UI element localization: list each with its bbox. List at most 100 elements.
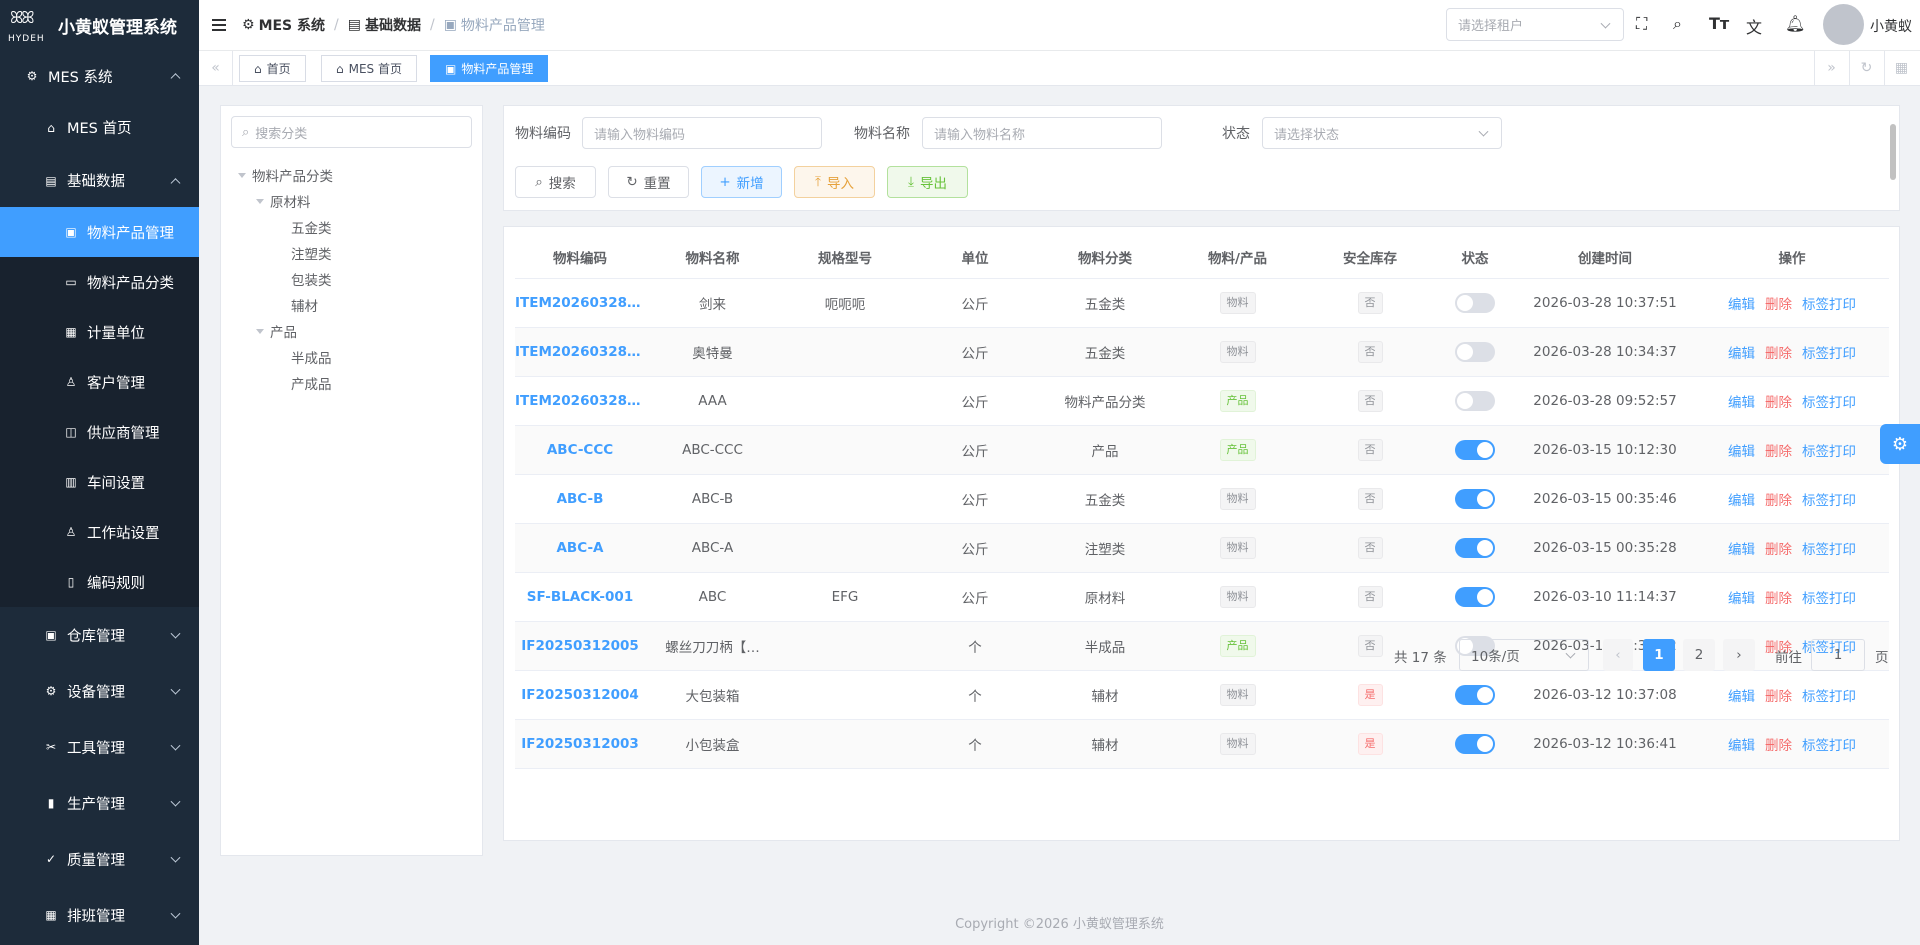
- menu-workshop[interactable]: ▥ 车间设置: [0, 457, 199, 507]
- menu-quality[interactable]: ✓ 质量管理: [0, 831, 199, 887]
- tree-search-input[interactable]: ⌕ 搜索分类: [231, 116, 472, 148]
- delete-button[interactable]: 删除: [1765, 542, 1792, 558]
- menu-warehouse[interactable]: ▣ 仓库管理: [0, 607, 199, 663]
- material-code-link[interactable]: SF-BLACK-001: [515, 572, 645, 622]
- tag-material-product[interactable]: ▣ 物料产品管理: [430, 55, 549, 82]
- tree-node[interactable]: 半成品: [291, 347, 332, 367]
- tree-node[interactable]: 五金类: [291, 217, 332, 237]
- tree-node[interactable]: 注塑类: [291, 243, 332, 263]
- delete-button[interactable]: 删除: [1765, 591, 1792, 607]
- status-toggle[interactable]: [1455, 684, 1495, 705]
- page-1-button[interactable]: 1: [1643, 639, 1675, 671]
- edit-button[interactable]: 编辑: [1728, 542, 1755, 558]
- edit-button[interactable]: 编辑: [1728, 346, 1755, 362]
- add-button[interactable]: + 新增: [701, 166, 782, 198]
- delete-button[interactable]: 删除: [1765, 395, 1792, 411]
- settings-icon[interactable]: ⚙: [1880, 424, 1920, 464]
- material-code-link[interactable]: IF20250312004: [515, 670, 645, 720]
- translate-icon[interactable]: 文: [1746, 14, 1762, 38]
- prev-page-button[interactable]: ‹: [1603, 639, 1633, 671]
- print-label-button[interactable]: 标签打印: [1802, 493, 1856, 509]
- menu-material-product[interactable]: ▣ 物料产品管理: [0, 207, 199, 257]
- scrollbar-thumb[interactable]: [1890, 124, 1896, 180]
- tree-node-product[interactable]: 产品: [256, 321, 297, 341]
- tree-node-root[interactable]: 物料产品分类: [238, 165, 333, 185]
- status-toggle[interactable]: [1455, 390, 1495, 411]
- tag-mes-home[interactable]: ⌂ MES 首页: [321, 55, 417, 82]
- status-toggle[interactable]: [1455, 292, 1495, 313]
- avatar[interactable]: [1823, 4, 1864, 45]
- menu-material-category[interactable]: ▭ 物料产品分类: [0, 257, 199, 307]
- print-label-button[interactable]: 标签打印: [1802, 444, 1856, 460]
- print-label-button[interactable]: 标签打印: [1802, 738, 1856, 754]
- reset-button[interactable]: ↻ 重置: [608, 166, 689, 198]
- breadcrumb-item[interactable]: ⚙ MES 系统: [242, 15, 325, 35]
- username[interactable]: 小黄蚁: [1870, 16, 1912, 36]
- tenant-select[interactable]: 请选择租户: [1446, 8, 1624, 41]
- delete-button[interactable]: 删除: [1765, 493, 1792, 509]
- status-toggle[interactable]: [1455, 488, 1495, 509]
- tree-node[interactable]: 包装类: [291, 269, 332, 289]
- filter-scrollbar[interactable]: [1889, 110, 1897, 208]
- print-label-button[interactable]: 标签打印: [1802, 591, 1856, 607]
- menu-basic-data[interactable]: ▤ 基础数据: [0, 154, 199, 207]
- menu-tools[interactable]: ✂ 工具管理: [0, 719, 199, 775]
- search-button[interactable]: ⌕ 搜索: [515, 166, 596, 198]
- tree-node-raw[interactable]: 原材料: [256, 191, 311, 211]
- status-toggle[interactable]: [1455, 586, 1495, 607]
- menu-code-rule[interactable]: ▯ 编码规则: [0, 557, 199, 607]
- next-page-button[interactable]: ›: [1723, 639, 1755, 671]
- material-code-link[interactable]: ABC-CCC: [515, 425, 645, 475]
- goto-page-input[interactable]: 1: [1811, 639, 1865, 671]
- print-label-button[interactable]: 标签打印: [1802, 346, 1856, 362]
- name-input[interactable]: 请输入物料名称: [922, 117, 1162, 149]
- delete-button[interactable]: 删除: [1765, 444, 1792, 460]
- edit-button[interactable]: 编辑: [1728, 493, 1755, 509]
- search-icon[interactable]: ⌕: [1673, 14, 1682, 34]
- scroll-left-icon[interactable]: «: [199, 51, 233, 85]
- menu-unit[interactable]: ▦ 计量单位: [0, 307, 199, 357]
- status-select[interactable]: 请选择状态: [1262, 117, 1502, 149]
- page-size-select[interactable]: 10条/页: [1459, 639, 1589, 671]
- material-code-link[interactable]: IF20250312003: [515, 719, 645, 769]
- edit-button[interactable]: 编辑: [1728, 738, 1755, 754]
- tree-node[interactable]: 产成品: [291, 373, 332, 393]
- material-code-link[interactable]: IF20250312005: [515, 621, 645, 671]
- status-toggle[interactable]: [1455, 341, 1495, 362]
- refresh-icon[interactable]: ↻: [1849, 51, 1883, 85]
- menu-workstation[interactable]: ♙ 工作站设置: [0, 507, 199, 557]
- delete-button[interactable]: 删除: [1765, 346, 1792, 362]
- scroll-right-icon[interactable]: »: [1814, 51, 1848, 85]
- font-size-icon[interactable]: Tт: [1709, 14, 1729, 33]
- material-code-link[interactable]: ITEM20260328000: [515, 327, 645, 377]
- print-label-button[interactable]: 标签打印: [1802, 395, 1856, 411]
- status-toggle[interactable]: [1455, 537, 1495, 558]
- edit-button[interactable]: 编辑: [1728, 689, 1755, 705]
- edit-button[interactable]: 编辑: [1728, 591, 1755, 607]
- tag-home[interactable]: ⌂ 首页: [239, 55, 306, 82]
- material-code-link[interactable]: ITEM20260328000: [515, 278, 645, 328]
- delete-button[interactable]: 删除: [1765, 689, 1792, 705]
- page-2-button[interactable]: 2: [1683, 639, 1715, 671]
- print-label-button[interactable]: 标签打印: [1802, 297, 1856, 313]
- material-code-link[interactable]: ABC-B: [515, 474, 645, 524]
- bell-icon[interactable]: 🔔︎: [1785, 14, 1805, 33]
- menu-mes-home[interactable]: ⌂ MES 首页: [0, 101, 199, 154]
- menu-schedule[interactable]: ▦ 排班管理: [0, 887, 199, 943]
- grid-icon[interactable]: ▦: [1884, 51, 1918, 85]
- tree-node[interactable]: 辅材: [291, 295, 318, 315]
- menu-equipment[interactable]: ⚙ 设备管理: [0, 663, 199, 719]
- print-label-button[interactable]: 标签打印: [1802, 689, 1856, 705]
- menu-production[interactable]: ▮ 生产管理: [0, 775, 199, 831]
- breadcrumb-item[interactable]: ▤ 基础数据: [348, 15, 421, 35]
- delete-button[interactable]: 删除: [1765, 297, 1792, 313]
- menu-customer[interactable]: ♙ 客户管理: [0, 357, 199, 407]
- material-code-link[interactable]: ABC-A: [515, 523, 645, 573]
- menu-supplier[interactable]: ◫ 供应商管理: [0, 407, 199, 457]
- export-button[interactable]: ⤓ 导出: [887, 166, 968, 198]
- status-toggle[interactable]: [1455, 733, 1495, 754]
- fullscreen-icon[interactable]: ⛶: [1636, 14, 1647, 34]
- edit-button[interactable]: 编辑: [1728, 444, 1755, 460]
- delete-button[interactable]: 删除: [1765, 738, 1792, 754]
- import-button[interactable]: ⤒ 导入: [794, 166, 875, 198]
